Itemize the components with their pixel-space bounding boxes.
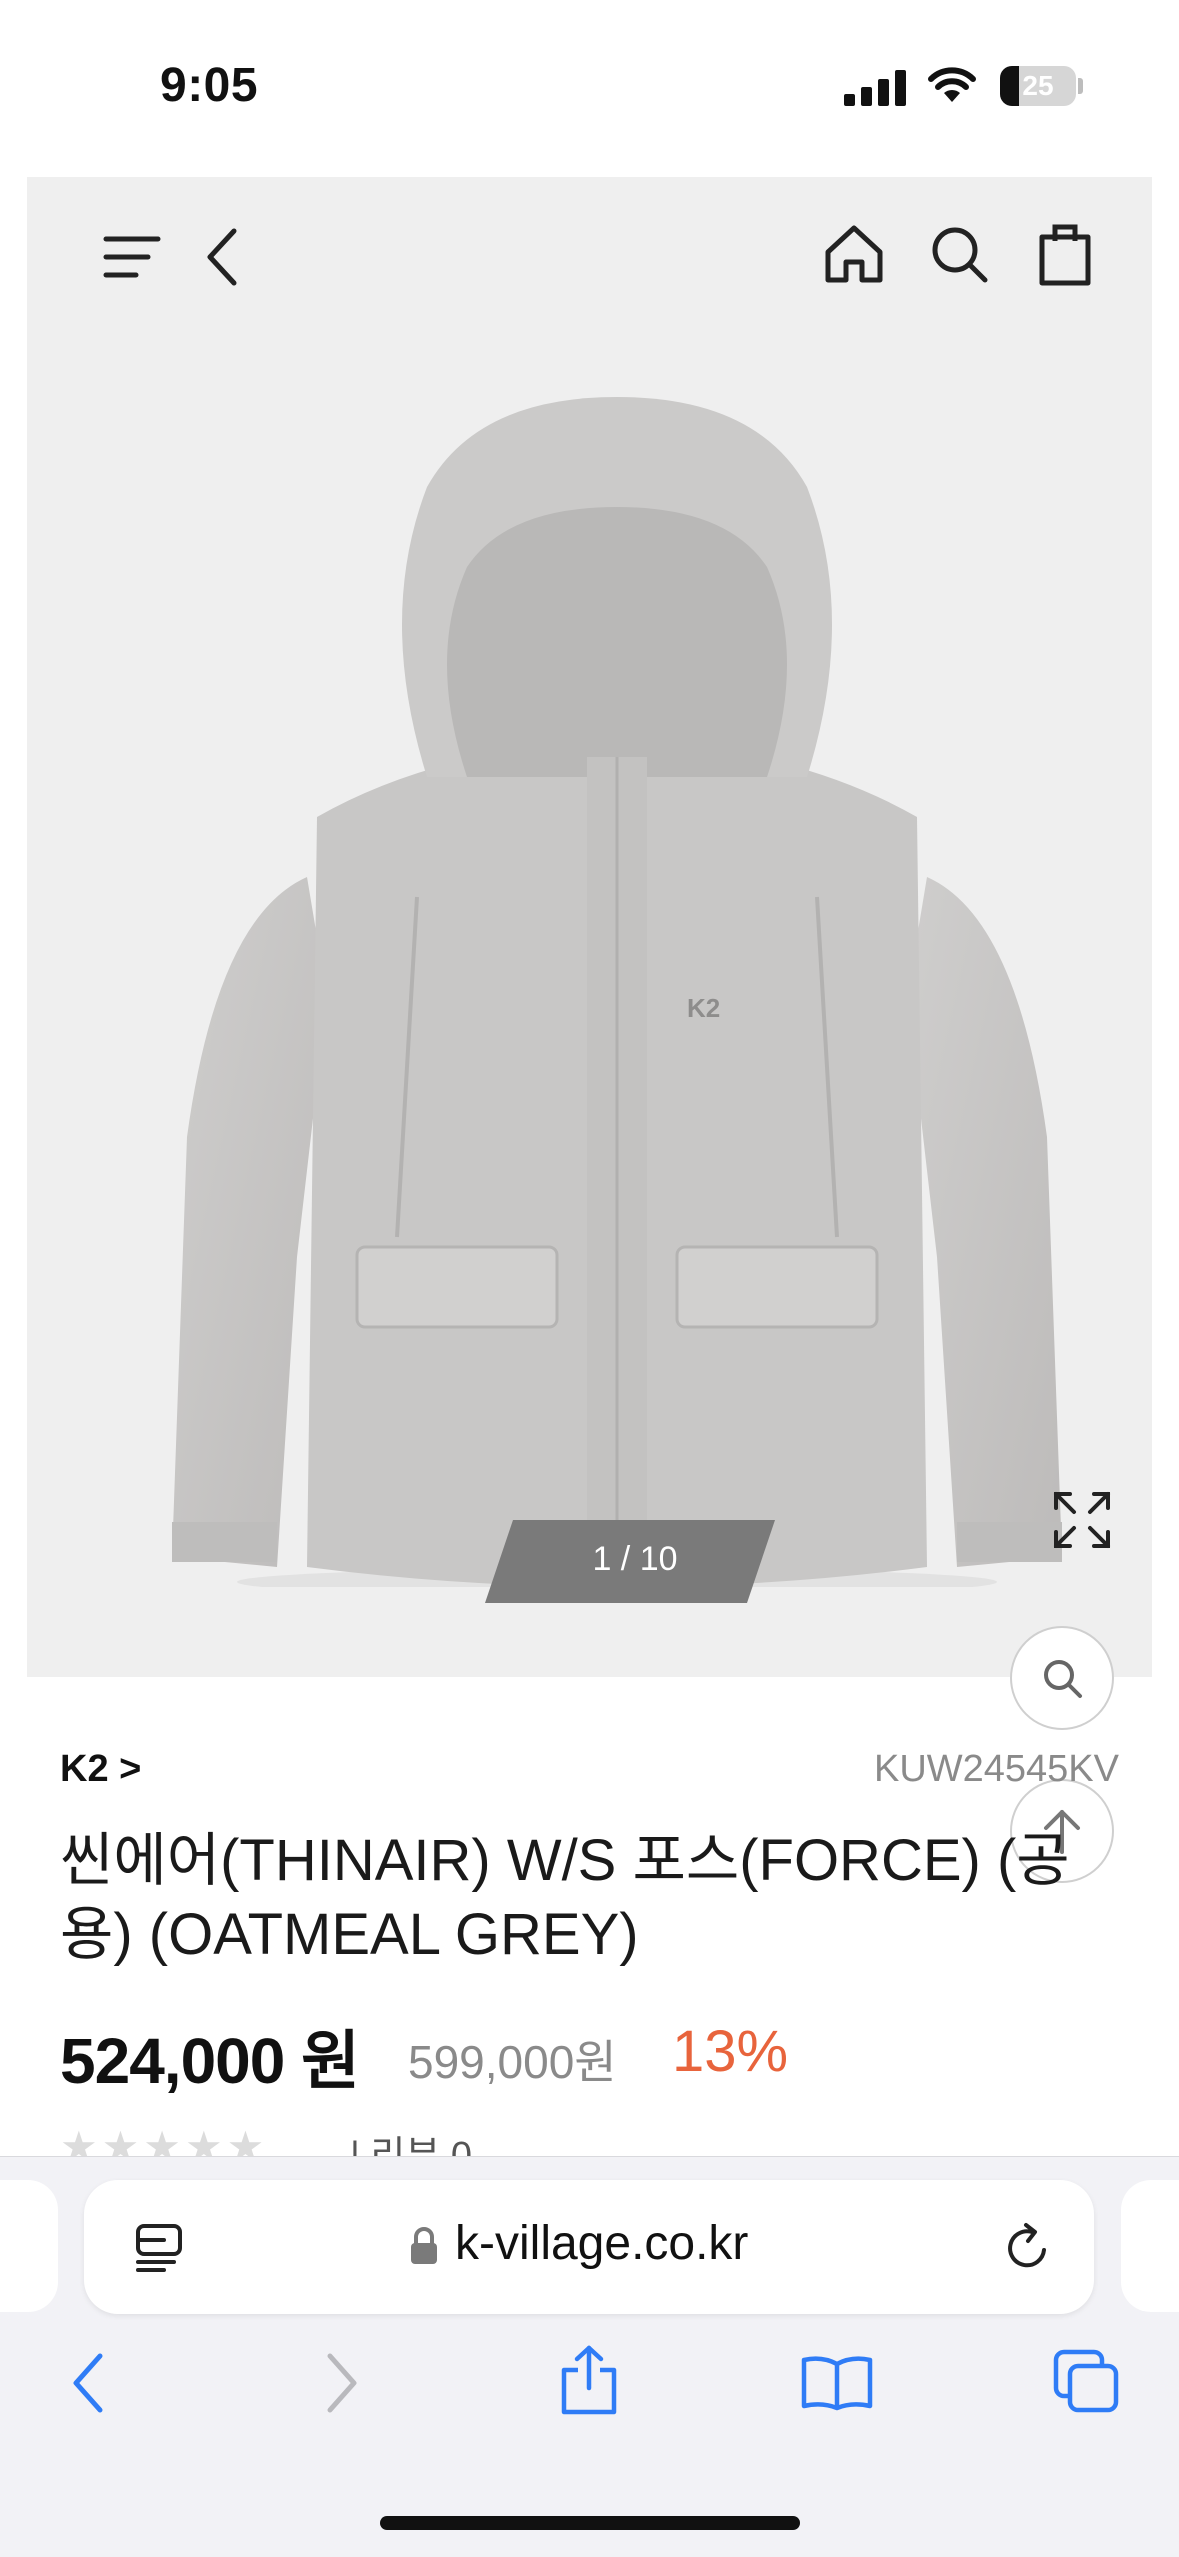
forward-icon[interactable] [322, 2350, 362, 2416]
previous-tab-card[interactable] [0, 2180, 58, 2312]
menu-icon[interactable] [102, 231, 162, 283]
floating-search-button[interactable] [1010, 1626, 1114, 1730]
search-icon[interactable] [927, 222, 991, 286]
home-icon[interactable] [822, 222, 886, 286]
product-code: KUW24545KV [873, 1748, 1119, 1790]
share-icon[interactable] [558, 2344, 620, 2416]
product-title: 씬에어(THINAIR) W/S 포스(FORCE) (공 용) (OATMEA… [60, 1824, 1120, 1972]
product-title-line2: 용) (OATMEAL GREY) [60, 1902, 639, 1967]
next-tab-card[interactable] [1121, 2180, 1179, 2312]
status-time: 9:05 [160, 59, 259, 112]
product-title-line1: 씬에어(THINAIR) W/S 포스(FORCE) (공 [60, 1828, 1070, 1893]
back-icon[interactable] [68, 2350, 108, 2416]
zoom-search-icon [1044, 1660, 1082, 1698]
product-image-gallery[interactable]: K2 [27, 177, 1152, 1677]
home-indicator [380, 2516, 800, 2530]
image-counter: 1 / 10 [592, 1540, 678, 1578]
original-price: 599,000원 [408, 2036, 617, 2088]
shopping-bag-icon[interactable] [1037, 219, 1093, 287]
back-arrow-icon[interactable] [202, 225, 242, 289]
cellular-signal-icon [844, 70, 906, 106]
battery-icon: 25 [1000, 66, 1076, 106]
brand-link[interactable]: K2 > [60, 1748, 141, 1791]
reload-icon[interactable] [1002, 2222, 1052, 2274]
wifi-icon [928, 67, 976, 102]
product-jacket-image[interactable]: K2 [127, 357, 1107, 1587]
url-text[interactable]: k-village.co.kr [455, 2216, 748, 2271]
discount-rate: 13% [672, 2019, 789, 2084]
battery-tip [1078, 78, 1083, 94]
tabs-icon[interactable] [1052, 2348, 1122, 2414]
lock-icon [411, 2227, 437, 2264]
battery-level: 25 [1022, 70, 1054, 101]
bookmarks-icon[interactable] [800, 2352, 874, 2412]
tab-list-icon[interactable] [134, 2222, 184, 2274]
jacket-logo: K2 [687, 993, 720, 1023]
expand-icon[interactable] [1052, 1490, 1112, 1550]
sale-price: 524,000 원 [60, 2025, 360, 2097]
